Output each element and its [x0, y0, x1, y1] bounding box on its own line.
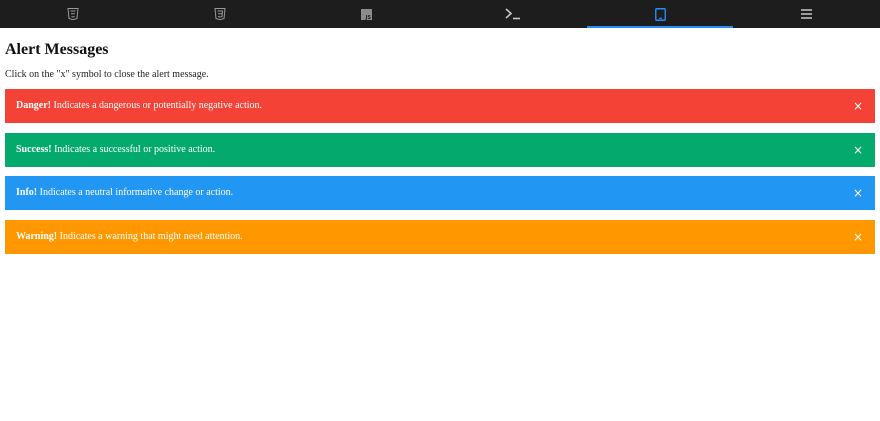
tablet-preview-icon: [654, 7, 666, 21]
close-alert-button[interactable]: ×: [853, 100, 863, 112]
tab-terminal[interactable]: [440, 0, 587, 28]
alert-text: Indicates a warning that might need atte…: [57, 230, 243, 242]
alert-list: Danger! Indicates a dangerous or potenti…: [5, 89, 875, 254]
alert-danger: Danger! Indicates a dangerous or potenti…: [5, 89, 875, 123]
html5-icon: [67, 8, 79, 20]
alert-text: Indicates a dangerous or potentially neg…: [51, 100, 263, 111]
tab-preview[interactable]: [586, 0, 734, 28]
tab-menu[interactable]: [733, 0, 880, 28]
alert-text: Indicates a neutral informative change o…: [37, 187, 234, 198]
alert-strong-label: Warning!: [16, 230, 58, 242]
alert-text: Indicates a successful or positive actio…: [51, 143, 216, 155]
alert-info: Info! Indicates a neutral informative ch…: [5, 176, 875, 210]
alert-strong-label: Danger!: [16, 100, 51, 111]
tab-html[interactable]: [0, 0, 147, 28]
hamburger-menu-icon: [801, 9, 813, 19]
close-alert-button[interactable]: ×: [853, 231, 863, 243]
alert-message: Info! Indicates a neutral informative ch…: [16, 186, 233, 200]
alert-message: Success! Indicates a successful or posit…: [16, 143, 215, 157]
alert-message: Danger! Indicates a dangerous or potenti…: [16, 99, 262, 113]
terminal-icon: [505, 8, 521, 20]
css3-icon: [214, 8, 226, 20]
page-title: Alert Messages: [5, 41, 109, 58]
javascript-icon: JS: [361, 8, 373, 20]
alert-message: Warning! Indicates a warning that might …: [16, 230, 243, 244]
close-alert-button[interactable]: ×: [853, 144, 863, 156]
alert-strong-label: Info!: [16, 187, 38, 198]
page-intro: Click on the "x" symbol to close the ale…: [5, 69, 209, 80]
tab-css[interactable]: [147, 0, 294, 28]
editor-toolbar: JS: [0, 0, 880, 28]
close-alert-button[interactable]: ×: [853, 187, 863, 199]
svg-text:JS: JS: [365, 15, 372, 20]
tab-javascript[interactable]: JS: [293, 0, 440, 28]
alert-warning: Warning! Indicates a warning that might …: [5, 219, 875, 254]
alert-success: Success! Indicates a successful or posit…: [5, 132, 875, 167]
alert-strong-label: Success!: [16, 143, 52, 155]
preview-content: Alert Messages Click on the "x" symbol t…: [5, 28, 875, 263]
